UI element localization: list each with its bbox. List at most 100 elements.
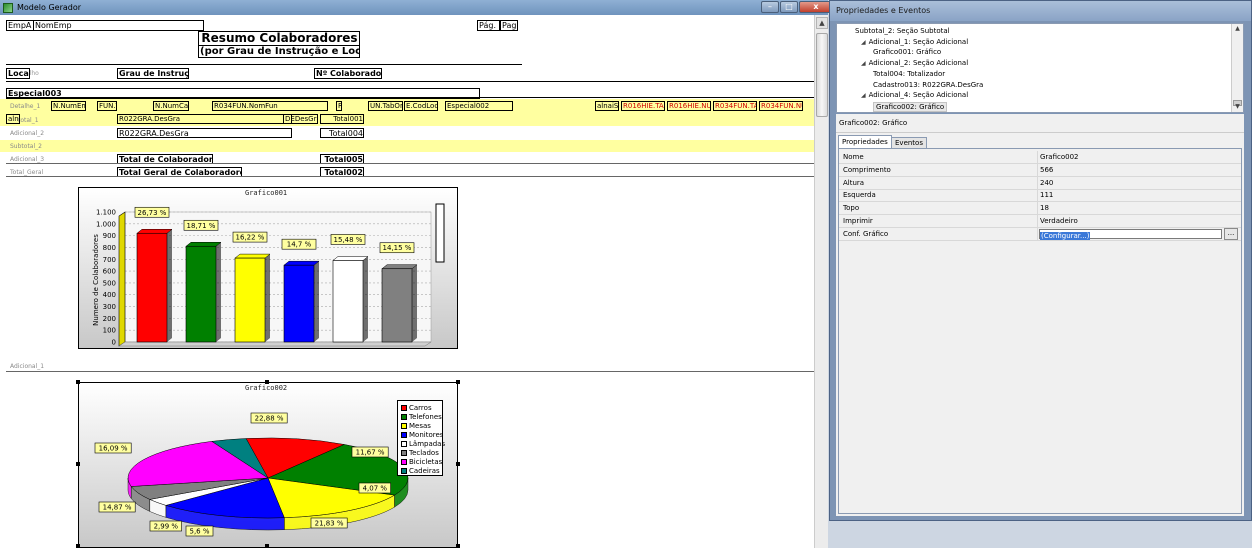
property-value[interactable]: 18 — [1040, 202, 1049, 214]
field-r016hie-tab[interactable]: R016HIE.TAB — [621, 101, 665, 111]
field-nomfun[interactable]: R034FUN.NomFun — [212, 101, 328, 111]
maximize-button[interactable]: □ — [780, 1, 798, 13]
tree-item-label: Adicional_4: Seção Adicional — [868, 91, 969, 100]
report-subtitle[interactable]: (por Grau de Instrução e Local) — [198, 45, 360, 58]
resize-handle-br[interactable] — [456, 544, 460, 548]
col-header-num[interactable]: Nº Colaboradores — [314, 68, 382, 79]
property-row[interactable]: Esquerda 111 — [839, 189, 1241, 203]
field-pag[interactable]: Pag — [500, 20, 518, 31]
property-value[interactable]: Grafico002 — [1040, 151, 1079, 163]
properties-window: Propriedades e Eventos Subtotal_2: Seção… — [829, 0, 1252, 521]
property-value: (Configurar...) — [1040, 231, 1091, 240]
band-detalhe[interactable]: Detalhe_1 N.NumEmp FUN.T N.NumCad R034FU… — [0, 99, 814, 114]
band-label-total-geral: Total_Geral — [10, 169, 44, 176]
field-r[interactable]: R — [336, 101, 342, 111]
resize-handle-mr[interactable] — [456, 462, 460, 466]
property-divider — [1037, 227, 1038, 241]
properties-titlebar[interactable]: Propriedades e Eventos — [830, 1, 1251, 21]
scroll-up-icon[interactable]: ▲ — [816, 17, 828, 29]
field-r034fun-tab[interactable]: R034FUN.TAB — [713, 101, 757, 111]
field-numcad[interactable]: N.NumCad — [153, 101, 189, 111]
property-value[interactable]: 240 — [1040, 177, 1053, 189]
chart-grafico001[interactable]: Grafico001 0 100 200 300 400 500 600 700 800 900 1… — [78, 187, 458, 349]
field-numemp[interactable]: N.NumEmp — [51, 101, 86, 111]
bar-value-label: 14,15 % — [383, 244, 412, 252]
property-value[interactable]: 111 — [1040, 189, 1053, 201]
y-tick-label: 700 — [103, 256, 116, 264]
field-nomemp[interactable]: NomEmp — [33, 20, 204, 31]
report-designer-titlebar[interactable]: Modelo Gerador – □ x — [0, 0, 833, 15]
property-row[interactable]: Conf. Gráfico (Configurar...)... — [839, 227, 1241, 241]
property-row[interactable]: Nome Grafico002 — [839, 151, 1241, 164]
resize-handle-ml[interactable] — [76, 462, 80, 466]
resize-handle-tc[interactable] — [265, 380, 269, 384]
field-alnais[interactable]: alnaiS — [595, 101, 619, 111]
property-value[interactable]: 566 — [1040, 164, 1053, 176]
tree-scrollbar[interactable]: ▲ ▼ — [1231, 24, 1243, 112]
tab-eventos[interactable]: Eventos — [891, 137, 927, 148]
band-subtotal-1[interactable]: total_1 alns R022GRA.DesGra DEDesGra Tot… — [0, 114, 814, 126]
tree-item-label: Adicional_1: Seção Adicional — [868, 37, 969, 46]
expand-triangle-icon[interactable]: ◢ — [861, 92, 866, 99]
tree-item[interactable]: Grafico001: Gráfico — [873, 48, 941, 56]
property-row[interactable]: Comprimento 566 — [839, 163, 1241, 177]
report-title[interactable]: Resumo Colaboradores — [198, 31, 360, 46]
field-r022gra-desgra-2[interactable]: R022GRA.DesGra — [117, 128, 292, 138]
band-label-detalhe: Detalhe_1 — [10, 103, 41, 110]
tree-item[interactable]: ◢ Adicional_2: Seção Adicional — [861, 59, 968, 67]
report-canvas[interactable]: EmpA NomEmp Pág. Pag Resumo Colaboradore… — [0, 15, 814, 548]
property-row[interactable]: Altura 240 — [839, 176, 1241, 190]
tab-propriedades[interactable]: Propriedades — [838, 135, 892, 148]
tree-item[interactable]: Subtotal_2: Seção Subtotal — [855, 27, 950, 35]
minimize-button[interactable]: – — [761, 1, 779, 13]
resize-handle-tl[interactable] — [76, 380, 80, 384]
tree-item[interactable]: Total004: Totalizador — [873, 70, 945, 78]
adicional3-separator — [6, 163, 814, 164]
field-alns[interactable]: alns — [6, 114, 20, 124]
expand-triangle-icon[interactable]: ◢ — [861, 39, 866, 46]
scroll-down-icon[interactable]: ▼ — [1232, 102, 1243, 112]
field-total004[interactable]: Total004 — [320, 128, 364, 138]
field-r022gra-desgra-1[interactable]: R022GRA.DesGra — [117, 114, 292, 124]
canvas-vertical-scrollbar[interactable]: ▲ — [814, 15, 828, 548]
resize-handle-bc[interactable] — [265, 544, 269, 548]
property-row[interactable]: Imprimir Verdadeiro — [839, 215, 1241, 228]
resize-handle-tr[interactable] — [456, 380, 460, 384]
legend-swatch — [401, 450, 407, 456]
field-taborg[interactable]: UN.TabOrg — [368, 101, 403, 111]
tree-item[interactable]: ◢ Adicional_1: Seção Adicional — [861, 38, 968, 46]
col-header-local[interactable]: Local — [6, 68, 30, 79]
bar — [234, 257, 266, 343]
field-especial002[interactable]: Especial002 — [445, 101, 513, 111]
legend-label: Mesas — [409, 422, 431, 430]
property-value[interactable]: Verdadeiro — [1040, 215, 1078, 227]
expand-triangle-icon[interactable]: ◢ — [861, 60, 866, 67]
tree-item[interactable]: ◢ Adicional_4: Seção Adicional — [861, 91, 968, 99]
field-r034fun-nu[interactable]: R034FUN.NU — [759, 101, 803, 111]
field-fun-t[interactable]: FUN.T — [97, 101, 117, 111]
legend-item: Monitores — [401, 431, 443, 440]
component-tree[interactable]: Subtotal_2: Seção Subtotal ◢ Adicional_1: … — [836, 23, 1244, 113]
field-empa[interactable]: EmpA — [6, 20, 34, 31]
y-axis-label: Numero de Colaboradores — [92, 234, 100, 326]
band-adicional-2[interactable]: Adicional_2 R022GRA.DesGra Total004 — [0, 126, 814, 140]
field-dedesgra[interactable]: DEDesGra — [283, 114, 318, 124]
field-codloc[interactable]: E.CodLoc — [404, 101, 438, 111]
band-subtotal-2[interactable]: Subtotal_2 — [0, 140, 814, 152]
tree-item[interactable]: Cadastro013: R022GRA.DesGra — [873, 81, 983, 89]
resize-handle-bl[interactable] — [76, 544, 80, 548]
property-row[interactable]: Topo 18 — [839, 202, 1241, 216]
label-pag[interactable]: Pág. — [477, 20, 500, 31]
legend-item: Teclados — [401, 449, 439, 458]
field-r016hie-num[interactable]: R016HIE.NUM — [667, 101, 711, 111]
scroll-thumb[interactable] — [816, 33, 828, 117]
scroll-up-icon[interactable]: ▲ — [1232, 24, 1243, 34]
ellipsis-button[interactable]: ... — [1224, 227, 1238, 240]
tree-item[interactable]: Grafico002: Gráfico — [873, 101, 948, 112]
property-value-input[interactable]: (Configurar...) — [1039, 228, 1222, 240]
field-total001[interactable]: Total001 — [320, 114, 364, 124]
close-button[interactable]: x — [799, 1, 833, 13]
chart-grafico002[interactable]: Grafico002 11,67 % 22,88 % 16,09 % 14,87 % 2… — [78, 382, 458, 548]
col-header-grau[interactable]: Grau de Instrução — [117, 68, 189, 79]
plot-floor — [118, 341, 432, 347]
